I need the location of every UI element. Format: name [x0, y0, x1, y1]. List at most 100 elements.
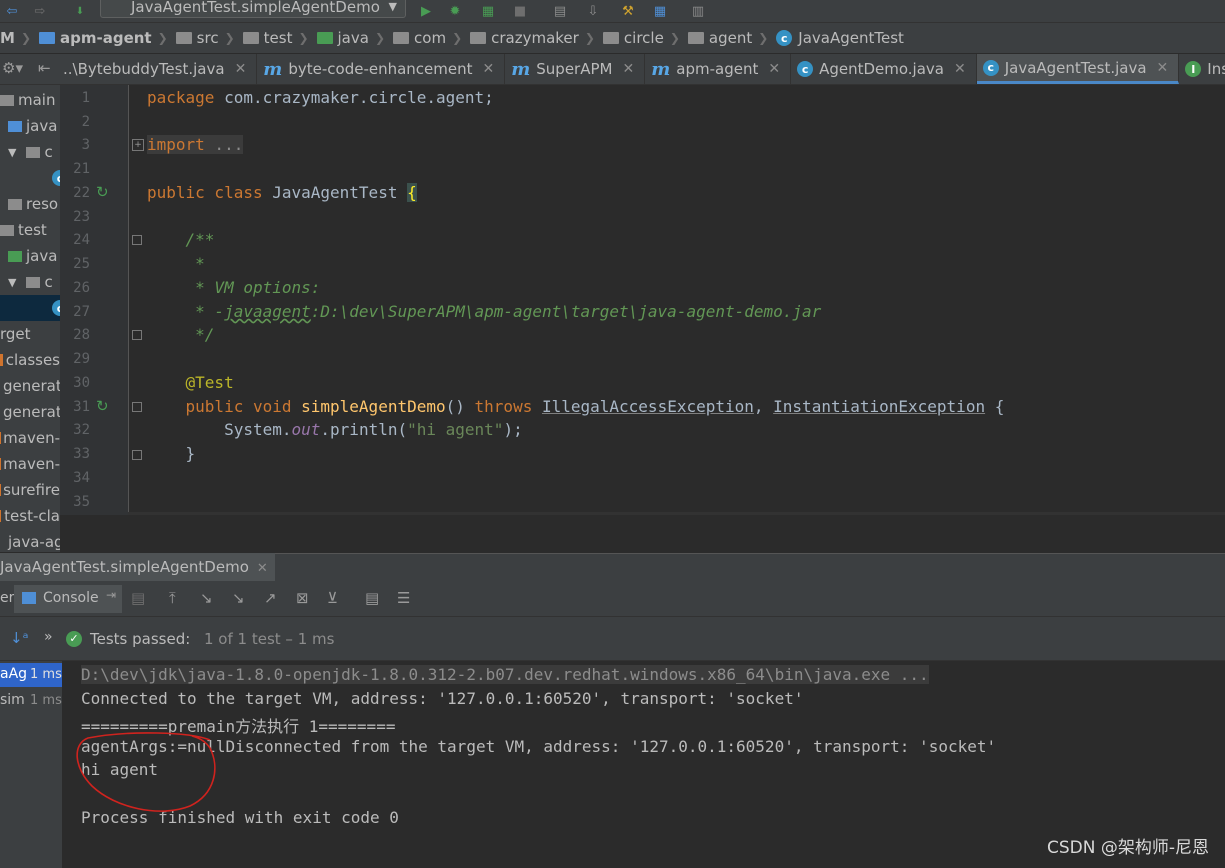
- tree-item[interactable]: java-agent-demo.ja: [0, 529, 60, 552]
- sort-alpha-icon[interactable]: ↓ᵃ: [10, 629, 28, 647]
- tree-item[interactable]: surefire: [0, 477, 60, 503]
- export-up-icon[interactable]: ↗: [264, 589, 277, 607]
- tab-console[interactable]: Console ⇥: [14, 585, 122, 613]
- tree-item[interactable]: ▼ c: [0, 139, 60, 165]
- code-line: */: [147, 325, 215, 344]
- breadcrumb-item[interactable]: test ❯: [239, 29, 313, 47]
- code-line: * -javaagent:D:\dev\SuperAPM\apm-agent\t…: [147, 302, 822, 321]
- folder-icon: [0, 94, 14, 106]
- code-line-folded-imports[interactable]: import ...: [147, 135, 244, 154]
- pin-icon[interactable]: ⇥: [106, 588, 116, 602]
- tab-bytebuddytest[interactable]: ..\BytebuddyTest.java ✕: [60, 54, 258, 84]
- settings-icon[interactable]: ☰: [397, 589, 410, 607]
- runner-tab-label[interactable]: er: [0, 590, 14, 606]
- tab-javaagenttest[interactable]: c JavaAgentTest.java ✕: [976, 54, 1180, 84]
- gear-icon[interactable]: ⚙▾: [2, 59, 23, 77]
- code-line: public void simpleAgentDemo() throws Ill…: [147, 397, 1005, 416]
- breadcrumb-item[interactable]: M ❯: [0, 29, 35, 47]
- tree-item[interactable]: main: [0, 87, 60, 113]
- tab-instrumentation[interactable]: IInstru: [1179, 54, 1225, 84]
- tree-item[interactable]: generat: [0, 373, 60, 399]
- breadcrumb-item[interactable]: apm-agent ❯: [35, 29, 172, 47]
- close-icon[interactable]: ✕: [483, 61, 495, 77]
- tree-item[interactable]: c: [0, 165, 60, 191]
- back-icon[interactable]: ⇦: [4, 3, 20, 19]
- tree-item[interactable]: java: [0, 113, 60, 139]
- breadcrumb-item[interactable]: src ❯: [172, 29, 239, 47]
- vcs-commit-icon[interactable]: ⇩: [585, 3, 601, 19]
- code-line: @Test: [147, 373, 234, 392]
- line-number: 1: [81, 90, 90, 106]
- watermark: CSDN @架构师-尼恩: [1046, 838, 1209, 858]
- tests-count: 1 of 1 test – 1 ms: [204, 630, 335, 648]
- tree-item[interactable]: maven-: [0, 451, 60, 477]
- breadcrumb-item[interactable]: crazymaker ❯: [466, 29, 599, 47]
- run-test-class-icon[interactable]: ↻: [96, 183, 116, 201]
- tab-byte-code-enhancement[interactable]: m byte-code-enhancement ✕: [257, 54, 506, 84]
- stop-icon[interactable]: ■: [512, 3, 528, 19]
- scroll-top-icon[interactable]: ⤒: [169, 589, 176, 607]
- project-tree: main java ▼c c reso test java ▼c c rget …: [0, 85, 60, 552]
- test-tree-item[interactable]: sim 1 ms: [0, 689, 62, 713]
- expand-more-icon[interactable]: »: [44, 629, 53, 645]
- build-icon[interactable]: ⬇: [72, 3, 88, 19]
- close-all-icon[interactable]: ⊠: [296, 589, 309, 607]
- run-configuration-label: JavaAgentTest.simpleAgentDemo: [131, 0, 380, 16]
- tree-item[interactable]: generat: [0, 399, 60, 425]
- run-configuration-select[interactable]: JavaAgentTest.simpleAgentDemo ▼: [100, 0, 406, 18]
- breadcrumb-item[interactable]: circle ❯: [599, 29, 684, 47]
- sdk-icon[interactable]: ▥: [690, 3, 706, 19]
- test-results-tree: aAg 1 ms sim 1 ms: [0, 661, 62, 868]
- run-tab[interactable]: JavaAgentTest.simpleAgentDemo ✕: [0, 553, 275, 581]
- run-test-method-icon[interactable]: ↻: [96, 397, 116, 415]
- fold-icon[interactable]: [132, 450, 142, 460]
- breadcrumb-item[interactable]: com ❯: [389, 29, 466, 47]
- breadcrumb-item[interactable]: java ❯: [313, 29, 390, 47]
- run-icon[interactable]: ▶: [418, 3, 434, 19]
- fold-icon[interactable]: [132, 235, 142, 245]
- breadcrumb-item[interactable]: agent ❯: [684, 29, 772, 47]
- maven-icon: m: [511, 58, 531, 80]
- layout-icon[interactable]: ▤: [365, 589, 379, 607]
- line-number: 34: [73, 470, 90, 486]
- tree-item[interactable]: java: [0, 243, 60, 269]
- line-number: 31: [73, 399, 90, 415]
- tree-item[interactable]: test-cla: [0, 503, 60, 529]
- fold-expand-icon[interactable]: +: [132, 139, 144, 151]
- folder-icon: [0, 354, 3, 366]
- project-structure-icon[interactable]: ▦: [652, 3, 668, 19]
- tree-item[interactable]: reso: [0, 191, 60, 217]
- tree-item[interactable]: ▼ c: [0, 269, 60, 295]
- print-icon[interactable]: ▤: [131, 589, 145, 607]
- close-icon[interactable]: ✕: [235, 61, 247, 77]
- breadcrumb-item[interactable]: c JavaAgentTest: [772, 29, 908, 47]
- close-icon[interactable]: ✕: [954, 61, 966, 77]
- tree-item[interactable]: maven-: [0, 425, 60, 451]
- fold-icon[interactable]: [132, 402, 142, 412]
- tree-item[interactable]: test: [0, 217, 60, 243]
- code-editor[interactable]: [128, 85, 1225, 515]
- tab-superapm[interactable]: m SuperAPM ✕: [505, 54, 646, 84]
- filter-icon[interactable]: ⊻: [327, 589, 338, 607]
- close-icon[interactable]: ✕: [768, 61, 780, 77]
- fold-icon[interactable]: [132, 330, 142, 340]
- debug-icon[interactable]: ✹: [447, 3, 463, 19]
- collapse-icon[interactable]: ⇤: [38, 59, 51, 77]
- tab-apm-agent[interactable]: m apm-agent ✕: [645, 54, 792, 84]
- close-icon[interactable]: ✕: [622, 61, 634, 77]
- tree-item-selected[interactable]: c: [0, 295, 60, 321]
- tree-item[interactable]: classes: [0, 347, 60, 373]
- test-tree-item-selected[interactable]: aAg 1 ms: [0, 663, 62, 687]
- tree-item[interactable]: rget: [0, 321, 60, 347]
- tab-agentdemo[interactable]: c AgentDemo.java ✕: [791, 54, 977, 84]
- coverage-icon[interactable]: ▦: [480, 3, 496, 19]
- folder-icon: [0, 510, 2, 522]
- export-down-icon[interactable]: ↘: [232, 589, 245, 607]
- maven-icon: m: [263, 58, 283, 80]
- vcs-update-icon[interactable]: ▤: [552, 3, 568, 19]
- tools-icon[interactable]: ⚒: [620, 3, 636, 19]
- close-icon[interactable]: ✕: [257, 561, 268, 576]
- forward-icon[interactable]: ⇨: [32, 3, 48, 19]
- close-icon[interactable]: ✕: [1157, 60, 1169, 76]
- import-icon[interactable]: ↘: [200, 589, 213, 607]
